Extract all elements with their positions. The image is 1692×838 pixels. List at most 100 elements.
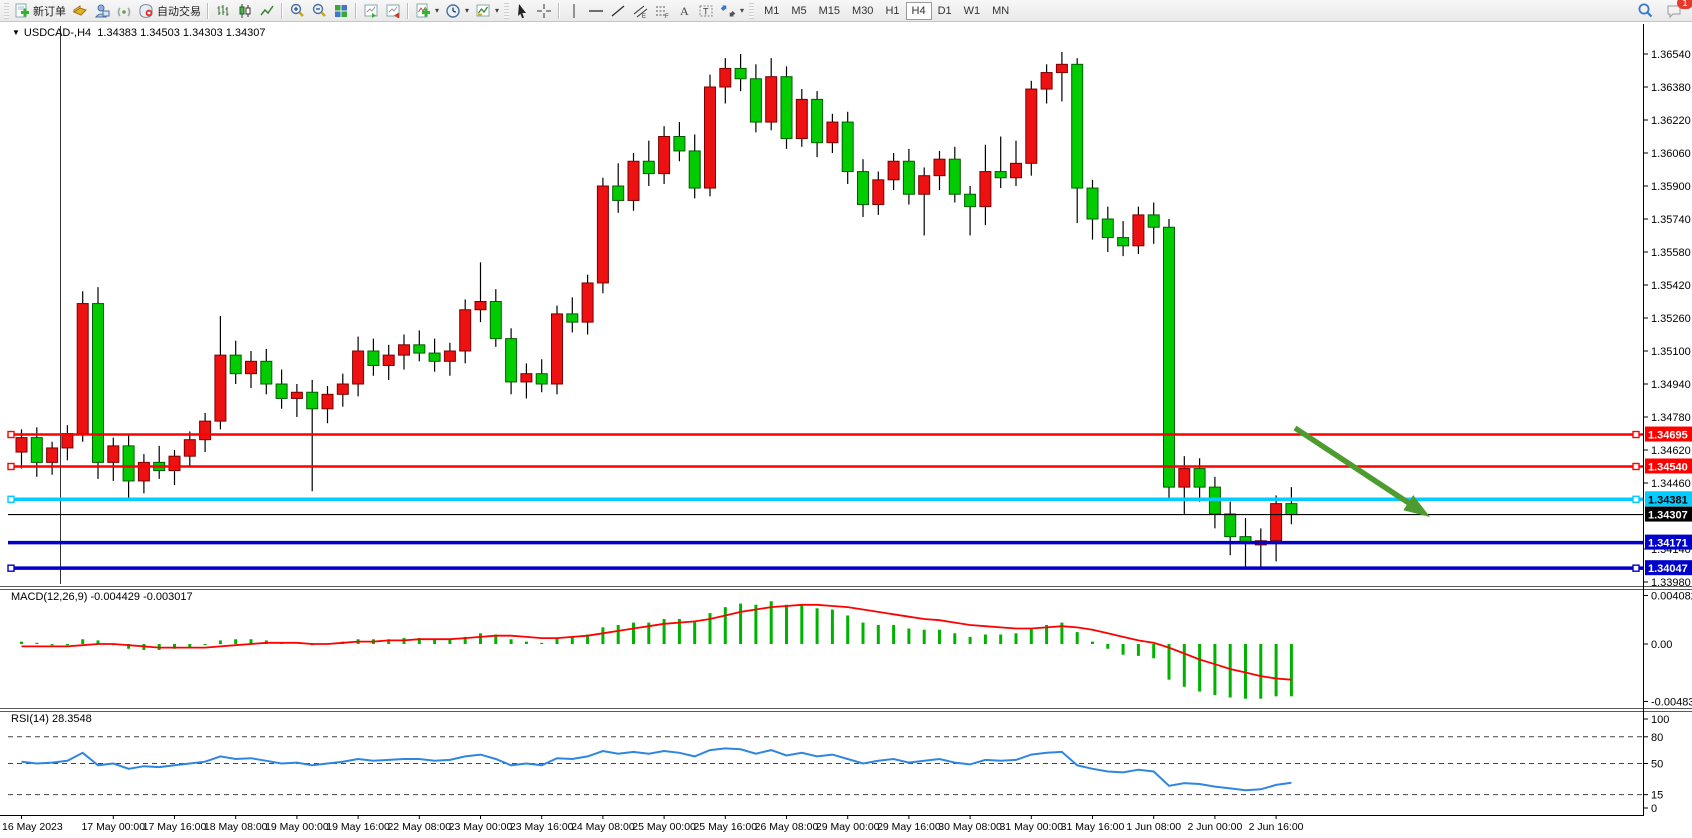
new-order-button[interactable]: 新订单 — [11, 1, 69, 21]
timeframe-button-m30[interactable]: M30 — [846, 2, 879, 20]
chart-ohlc-values: 1.34383 1.34503 1.34303 1.34307 — [97, 27, 265, 39]
timeframe-button-h4[interactable]: H4 — [906, 2, 932, 20]
arrows-tool-button[interactable]: ▾ — [717, 1, 747, 21]
indicators-dropdown-caret: ▾ — [435, 6, 439, 15]
bar-chart-icon — [215, 3, 231, 19]
svg-text:25 May 00:00: 25 May 00:00 — [632, 821, 696, 833]
svg-text:19 May 00:00: 19 May 00:00 — [265, 821, 329, 833]
crosshair-tool-button[interactable] — [533, 1, 555, 21]
line-handle-left[interactable] — [8, 496, 14, 502]
periods-clock-icon — [445, 3, 461, 19]
svg-text:19 May 16:00: 19 May 16:00 — [326, 821, 390, 833]
svg-text:1.34381: 1.34381 — [1648, 494, 1688, 506]
svg-text:50: 50 — [1651, 759, 1663, 771]
timeframe-group: M1M5M15M30H1H4D1W1MN — [758, 2, 1015, 20]
timeframe-button-m5[interactable]: M5 — [785, 2, 812, 20]
svg-text:0: 0 — [1651, 803, 1657, 815]
svg-text:1.35100: 1.35100 — [1651, 346, 1691, 358]
timeframe-button-w1[interactable]: W1 — [958, 2, 987, 20]
auto-trading-button[interactable]: 自动交易 — [135, 1, 204, 21]
svg-text:1.35580: 1.35580 — [1651, 247, 1691, 259]
line-handle-left[interactable] — [8, 464, 14, 470]
zoom-out-button[interactable] — [308, 1, 330, 21]
tile-windows-button[interactable] — [330, 1, 352, 21]
timeframe-button-mn[interactable]: MN — [986, 2, 1015, 20]
svg-text:29 May 16:00: 29 May 16:00 — [877, 821, 941, 833]
market-watch-icon — [72, 3, 88, 19]
text-icon: A — [676, 3, 692, 19]
timeframe-button-h1[interactable]: H1 — [879, 2, 905, 20]
chart-symbol-period: USDCAD-,H4 — [24, 27, 91, 39]
text-label-tool-button[interactable]: T — [695, 1, 717, 21]
svg-text:25 May 16:00: 25 May 16:00 — [693, 821, 757, 833]
toolbar-grip — [504, 3, 509, 19]
auto-scroll-button[interactable] — [360, 1, 382, 21]
svg-text:1.36220: 1.36220 — [1651, 115, 1691, 127]
horizontal-line-tool-button[interactable] — [585, 1, 607, 21]
line-handle-right[interactable] — [1633, 432, 1639, 438]
vertical-line-icon — [566, 3, 582, 19]
candlestick-chart-button[interactable] — [234, 1, 256, 21]
templates-button[interactable]: ▾ — [472, 1, 502, 21]
market-watch-button[interactable] — [69, 1, 91, 21]
search-icon — [1637, 2, 1654, 19]
chart-expand-icon[interactable]: ▼ — [12, 28, 20, 37]
horizontal-line-icon — [588, 3, 604, 19]
toolbar-separator — [558, 3, 560, 19]
line-handle-left[interactable] — [8, 432, 14, 438]
toolbar-grip — [4, 3, 9, 19]
vertical-line-tool-button[interactable] — [563, 1, 585, 21]
svg-text:29 May 00:00: 29 May 00:00 — [816, 821, 880, 833]
svg-text:2 Jun 16:00: 2 Jun 16:00 — [1249, 821, 1304, 833]
new-order-icon — [14, 3, 30, 19]
svg-text:17 May 00:00: 17 May 00:00 — [81, 821, 145, 833]
chart-title: ▼ USDCAD-,H4 1.34383 1.34503 1.34303 1.34… — [12, 27, 266, 39]
chart-shift-icon — [385, 3, 401, 19]
toolbar-separator — [355, 3, 357, 19]
line-chart-icon — [259, 3, 275, 19]
periods-button[interactable]: ▾ — [442, 1, 472, 21]
community-button[interactable] — [91, 1, 113, 21]
community-person-icon — [94, 3, 110, 19]
timeframe-button-d1[interactable]: D1 — [932, 2, 958, 20]
svg-text:23 May 16:00: 23 May 16:00 — [510, 821, 574, 833]
bar-chart-button[interactable] — [212, 1, 234, 21]
toolbar-separator — [207, 3, 209, 19]
rsi-value: 28.3548 — [52, 713, 92, 725]
svg-text:22 May 08:00: 22 May 08:00 — [387, 821, 451, 833]
toolbar-separator — [281, 3, 283, 19]
signals-button[interactable] — [113, 1, 135, 21]
arrows-icon — [720, 3, 736, 19]
trendline-tool-button[interactable] — [607, 1, 629, 21]
cursor-icon — [514, 3, 530, 19]
auto-trading-icon — [138, 3, 154, 19]
svg-text:0.00: 0.00 — [1651, 639, 1672, 651]
line-handle-right[interactable] — [1633, 464, 1639, 470]
svg-text:1.36540: 1.36540 — [1651, 49, 1691, 61]
timeframe-button-m1[interactable]: M1 — [758, 2, 785, 20]
line-handle-right[interactable] — [1633, 565, 1639, 571]
cursor-tool-button[interactable] — [511, 1, 533, 21]
svg-text:T: T — [703, 6, 709, 16]
chart-shift-button[interactable] — [382, 1, 404, 21]
line-handle-right[interactable] — [1633, 496, 1639, 502]
notifications-button[interactable]: 1 — [1663, 1, 1686, 21]
svg-text:1.34695: 1.34695 — [1648, 430, 1688, 442]
toolbar-separator — [407, 3, 409, 19]
templates-dropdown-caret: ▾ — [495, 6, 499, 15]
chart-area[interactable]: 1.365401.363801.362201.360601.359001.357… — [0, 22, 1692, 838]
fibonacci-tool-button[interactable]: F — [651, 1, 673, 21]
indicators-button[interactable]: ▾ — [412, 1, 442, 21]
line-handle-left[interactable] — [8, 565, 14, 571]
text-tool-button[interactable]: A — [673, 1, 695, 21]
channel-tool-button[interactable]: E — [629, 1, 651, 21]
zoom-in-button[interactable] — [286, 1, 308, 21]
toolbar-grip — [749, 3, 754, 19]
line-chart-button[interactable] — [256, 1, 278, 21]
search-button[interactable] — [1634, 1, 1657, 21]
timeframe-button-m15[interactable]: M15 — [813, 2, 846, 20]
svg-text:1.34620: 1.34620 — [1651, 445, 1691, 457]
svg-text:-0.004834: -0.004834 — [1651, 696, 1692, 708]
svg-text:E: E — [642, 14, 646, 19]
svg-text:1.34171: 1.34171 — [1648, 538, 1688, 550]
